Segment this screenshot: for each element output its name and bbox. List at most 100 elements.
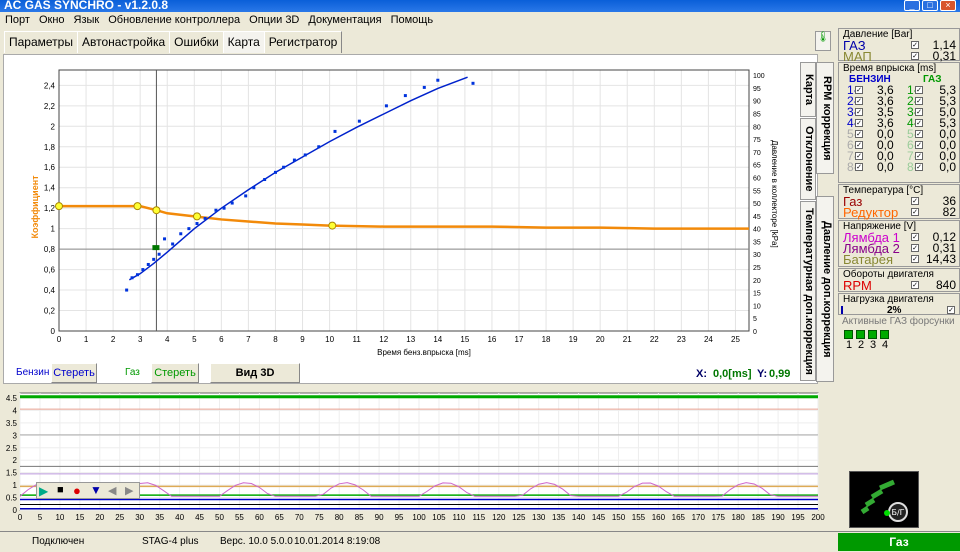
vtab-pressure-correction[interactable]: Давление доп.коррекция xyxy=(816,196,834,382)
inj-g-checkbox[interactable]: ✓ xyxy=(915,163,923,171)
thermometer-icon[interactable]: 🌡 xyxy=(815,31,831,51)
tab-map[interactable]: Карта xyxy=(222,31,265,53)
injector-icon xyxy=(844,330,853,339)
y2-tick-label: 70 xyxy=(753,150,761,157)
load-checkbox[interactable]: ✓ xyxy=(947,306,955,314)
inj-g-checkbox[interactable]: ✓ xyxy=(915,141,923,149)
menu-3d[interactable]: Опции 3D xyxy=(244,12,303,26)
inj-b-checkbox[interactable]: ✓ xyxy=(855,163,863,171)
y-tick-label: 0,4 xyxy=(44,286,56,295)
inj-b-checkbox[interactable]: ✓ xyxy=(855,108,863,116)
scatter-point xyxy=(471,81,475,85)
pressure-map-checkbox[interactable]: ✓ xyxy=(911,52,919,60)
inj-b-checkbox[interactable]: ✓ xyxy=(855,141,863,149)
download-icon[interactable]: ▼ xyxy=(90,483,102,497)
strip-x-tick: 45 xyxy=(195,513,204,522)
stop-icon[interactable]: ■ xyxy=(57,484,64,496)
inj-g-checkbox[interactable]: ✓ xyxy=(915,152,923,160)
temp-reducer-checkbox[interactable]: ✓ xyxy=(911,208,919,216)
temp-reducer-value: 82 xyxy=(942,205,956,219)
scatter-point xyxy=(187,227,191,231)
y2-tick-label: 60 xyxy=(753,175,761,182)
record-icon[interactable]: ● xyxy=(73,483,81,498)
inj-b-checkbox[interactable]: ✓ xyxy=(855,152,863,160)
x-tick-label: 2 xyxy=(111,335,116,344)
y2-tick-label: 5 xyxy=(753,316,757,323)
tab-parameters[interactable]: Параметры xyxy=(4,31,78,53)
menu-help[interactable]: Помощь xyxy=(386,12,438,26)
vtab-map[interactable]: Карта xyxy=(800,62,816,117)
tab-errors[interactable]: Ошибки xyxy=(169,31,224,53)
battery-label: Батарея xyxy=(843,252,894,267)
minimize-button[interactable]: _ xyxy=(904,0,920,11)
rpm-checkbox[interactable]: ✓ xyxy=(911,281,919,289)
x-tick-label: 12 xyxy=(379,335,388,344)
cursor-marker xyxy=(152,245,160,251)
play-icon[interactable]: ▶ xyxy=(39,484,48,498)
x-value: 0,0[ms] xyxy=(713,368,752,380)
maximize-button[interactable]: □ xyxy=(922,0,938,11)
inj-b-checkbox[interactable]: ✓ xyxy=(855,86,863,94)
rpm-value: 840 xyxy=(935,278,956,292)
inj-g-checkbox[interactable]: ✓ xyxy=(915,97,923,105)
inj-b-checkbox[interactable]: ✓ xyxy=(855,97,863,105)
inj-g-checkbox[interactable]: ✓ xyxy=(915,86,923,94)
right-panel: Давление [Bar] ГАЗ ✓ 1,14 МАП ✓ 0,31 Время в… xyxy=(838,28,960,531)
x-tick-label: 6 xyxy=(219,335,224,344)
inj-g-checkbox[interactable]: ✓ xyxy=(915,130,923,138)
x-tick-label: 1 xyxy=(84,335,89,344)
vtab-rpm-correction[interactable]: RPM коррекция xyxy=(816,62,834,174)
lambda2-checkbox[interactable]: ✓ xyxy=(911,244,919,252)
inj-g-checkbox[interactable]: ✓ xyxy=(915,108,923,116)
strip-x-tick: 190 xyxy=(771,513,785,522)
vtab-temp-correction[interactable]: Температурная доп.коррекция xyxy=(800,201,816,381)
prev-icon[interactable]: ◀ xyxy=(108,484,116,497)
strip-y-tick: 4.5 xyxy=(6,394,18,403)
active-injectors-section: Активные ГАЗ форсунки 1234 xyxy=(838,316,960,356)
inj-b-checkbox[interactable]: ✓ xyxy=(855,119,863,127)
strip-x-tick: 155 xyxy=(632,513,646,522)
next-icon[interactable]: ▶ xyxy=(125,484,133,497)
close-button[interactable]: × xyxy=(940,0,956,11)
menu-update[interactable]: Обновление контроллера xyxy=(103,12,244,26)
injector-item: 2 xyxy=(856,330,866,351)
tab-autotune[interactable]: Автонастройка xyxy=(76,31,171,53)
lambda1-checkbox[interactable]: ✓ xyxy=(911,233,919,241)
battery-checkbox[interactable]: ✓ xyxy=(911,255,919,263)
recorder-controls: ▶ ■ ● ▼ ◀ ▶ xyxy=(36,482,140,499)
temp-gas-checkbox[interactable]: ✓ xyxy=(911,197,919,205)
scatter-point xyxy=(436,78,440,82)
x-tick-label: 23 xyxy=(677,335,686,344)
map-chart[interactable]: 0 1 2 3 4 5 6 7 8 9 10 11 12 13 14 15 16 17 18 19 20 21 22 23 24… xyxy=(4,55,819,365)
vtab-deviation[interactable]: Отклонение xyxy=(800,118,816,200)
gas-switch-widget[interactable]: Б/Г xyxy=(849,471,919,528)
menu-docs[interactable]: Документация xyxy=(303,12,385,26)
strip-x-tick: 95 xyxy=(395,513,404,522)
x-tick-label: 21 xyxy=(623,335,632,344)
injection-header: Время впрыска [ms] xyxy=(843,63,937,74)
y-tick-label: 1,2 xyxy=(44,204,56,213)
scatter-point xyxy=(222,206,226,210)
scatter-point xyxy=(214,208,218,212)
menu-port[interactable]: Порт xyxy=(0,12,34,26)
gas-clear-button[interactable]: Стереть xyxy=(151,363,199,383)
x-tick-label: 25 xyxy=(731,335,740,344)
y2-tick-label: 40 xyxy=(753,227,761,234)
recorder-chart[interactable]: 00.511.522.533.544.50 5 10 15 20 25 30 35 40 45 50… xyxy=(3,388,835,528)
inj-g-checkbox[interactable]: ✓ xyxy=(915,119,923,127)
scatter-point xyxy=(179,232,183,236)
inj-b-checkbox[interactable]: ✓ xyxy=(855,130,863,138)
benzin-clear-button[interactable]: Стереть xyxy=(51,363,97,383)
y2-tick-label: 30 xyxy=(753,252,761,259)
view-3d-button[interactable]: Вид 3D xyxy=(210,363,300,383)
y-tick-label: 2,4 xyxy=(44,81,56,90)
strip-x-tick: 120 xyxy=(492,513,506,522)
menu-language[interactable]: Язык xyxy=(69,12,104,26)
scatter-point xyxy=(403,94,407,98)
tab-recorder[interactable]: Регистратор xyxy=(263,31,343,53)
menu-window[interactable]: Окно xyxy=(34,12,69,26)
strip-x-tick: 175 xyxy=(712,513,726,522)
injector-number: 2 xyxy=(857,339,865,351)
pressure-gas-checkbox[interactable]: ✓ xyxy=(911,41,919,49)
pressure-map-value: 0,31 xyxy=(932,49,956,63)
